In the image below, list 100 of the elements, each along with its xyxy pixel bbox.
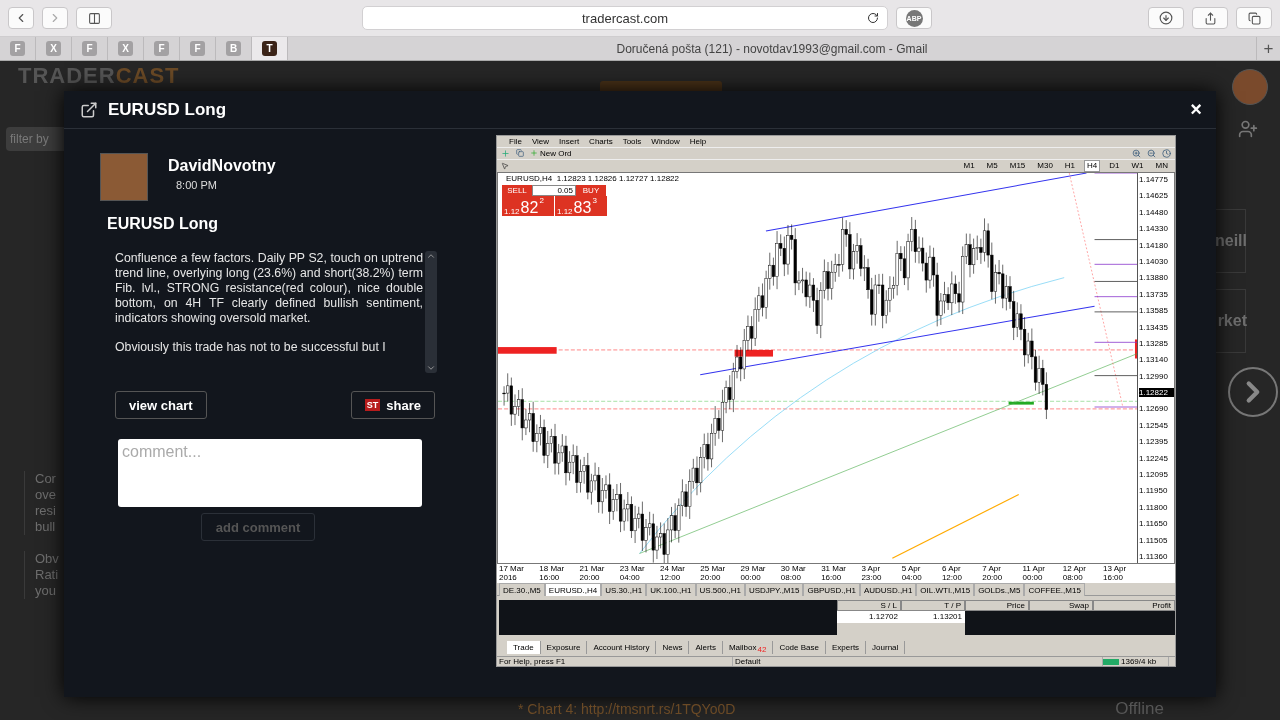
- price-axis-label: 1.12822: [1139, 388, 1174, 398]
- post-text-fragment: ove: [35, 487, 57, 503]
- card-title-fragment: neill: [1215, 232, 1247, 250]
- time-axis-label: 24 Mar 12:00: [660, 564, 686, 584]
- time-axis-label: 30 Mar 08:00: [780, 564, 807, 584]
- tabs-button[interactable]: [1236, 7, 1272, 29]
- scrollbar[interactable]: [425, 251, 437, 373]
- chart-header: EURUSD,H4 1.12823 1.12826 1.12727 1.12822: [506, 174, 679, 183]
- zoom-out-icon[interactable]: [1147, 148, 1156, 158]
- add-user-icon[interactable]: [1238, 119, 1258, 139]
- time-axis-label: 23 Mar 04:00: [619, 564, 646, 584]
- menu-item[interactable]: Charts: [589, 136, 613, 146]
- menu-item[interactable]: Tools: [622, 136, 642, 146]
- chart-tab[interactable]: GOLDs.,M5: [974, 583, 1025, 597]
- buy-label[interactable]: BUY: [576, 185, 606, 196]
- menu-item[interactable]: File: [509, 136, 522, 146]
- sidebar-button[interactable]: [76, 7, 112, 29]
- back-button[interactable]: [8, 7, 34, 29]
- price-axis-label: 1.14625: [1139, 191, 1169, 201]
- share-button[interactable]: ST share: [350, 391, 435, 419]
- close-button[interactable]: ×: [1190, 98, 1202, 121]
- column-header[interactable]: T / P: [901, 600, 965, 612]
- timeframe-button[interactable]: M30: [1034, 160, 1056, 172]
- chart-tab[interactable]: UK.100.,H1: [646, 583, 696, 597]
- scroll-up-icon[interactable]: [426, 251, 436, 261]
- filter-field[interactable]: filter by: [6, 127, 64, 151]
- sell-label[interactable]: SELL: [502, 185, 532, 196]
- view-chart-button[interactable]: view chart: [115, 391, 207, 419]
- column-header[interactable]: S / L: [837, 600, 901, 612]
- scroll-down-icon[interactable]: [426, 363, 436, 373]
- author-name[interactable]: DavidNovotny: [168, 157, 276, 175]
- terminal-tab[interactable]: Mailbox42: [722, 640, 774, 654]
- chart-tab[interactable]: AUDUSD.,H1: [859, 583, 917, 597]
- price-axis-label: 1.14330: [1139, 224, 1169, 234]
- chart-tab[interactable]: DE.30.,M5: [499, 583, 545, 597]
- price-axis-label: 1.12395: [1139, 437, 1169, 447]
- time-axis-label: 29 Mar 00:00: [740, 564, 767, 584]
- terminal-tab[interactable]: Exposure: [540, 640, 588, 654]
- menu-item[interactable]: Help: [689, 136, 707, 146]
- terminal-tab[interactable]: News: [656, 640, 690, 654]
- terminal-panel: [965, 611, 1029, 635]
- timeframe-button[interactable]: M5: [983, 160, 1001, 172]
- terminal-tab[interactable]: Journal: [866, 640, 906, 654]
- chart-tab[interactable]: EURUSD.,H4: [544, 583, 602, 597]
- price-axis-label: 1.13435: [1139, 322, 1169, 332]
- price-axis-label: 1.13735: [1139, 289, 1169, 299]
- chart-tab[interactable]: US.30.,H1: [601, 583, 647, 597]
- post-text-fragment: Rati: [35, 567, 60, 583]
- time-axis-label: 21 Mar 20:00: [579, 564, 606, 584]
- timeframe-button[interactable]: MN: [1152, 160, 1171, 172]
- terminal-tab[interactable]: Account History: [587, 640, 657, 654]
- share-button[interactable]: [1192, 7, 1228, 29]
- avatar[interactable]: [1232, 69, 1268, 105]
- clock-icon[interactable]: [1162, 148, 1171, 158]
- download-icon: [1159, 11, 1173, 25]
- chart-tab[interactable]: OIL.WTI.,M15: [916, 583, 975, 597]
- external-link-icon[interactable]: [80, 100, 98, 119]
- column-header[interactable]: Profit: [1093, 600, 1175, 612]
- next-button[interactable]: [1228, 367, 1278, 417]
- table-cell: 1.12702: [837, 611, 901, 624]
- timeframe-button[interactable]: M1: [960, 160, 978, 172]
- time-axis-label: 13 Apr 16:00: [1103, 564, 1128, 584]
- price-axis-label: 1.14030: [1139, 256, 1169, 266]
- menu-item[interactable]: View: [531, 136, 550, 146]
- menu-item[interactable]: Insert: [559, 136, 580, 146]
- timeframe-button[interactable]: H1: [1061, 160, 1079, 172]
- terminal-tab[interactable]: Experts: [826, 640, 867, 654]
- timeframe-button[interactable]: M15: [1006, 160, 1029, 172]
- timeframe-button[interactable]: W1: [1128, 160, 1147, 172]
- time-axis-label: 7 Apr 20:00: [982, 564, 1004, 584]
- time-axis-label: 31 Mar 16:00: [821, 564, 848, 584]
- pinned-tab[interactable]: T: [252, 37, 288, 60]
- comment-field[interactable]: comment...: [118, 439, 422, 507]
- post-title: EURUSD Long: [107, 215, 220, 233]
- price-axis-label: 1.11650: [1139, 519, 1169, 529]
- download-button[interactable]: [1148, 7, 1184, 29]
- price-axis-label: 1.14775: [1139, 175, 1169, 184]
- site-logo: CAST: [115, 63, 180, 89]
- chart-tab[interactable]: COFFEE.,M15: [1024, 583, 1085, 597]
- menu-item[interactable]: Window: [651, 136, 680, 146]
- terminal-tab[interactable]: Alerts: [689, 640, 723, 654]
- status-text: 1369/4 kb: [1119, 657, 1169, 666]
- cursor-icon[interactable]: [501, 162, 509, 170]
- new-order-button[interactable]: New Ord: [530, 148, 572, 158]
- zoom-in-icon[interactable]: [1132, 148, 1141, 158]
- timeframe-button[interactable]: H4: [1084, 160, 1101, 172]
- reload-icon[interactable]: [867, 12, 879, 24]
- time-axis-label: 11 Apr 00:00: [1022, 564, 1046, 584]
- terminal-tab[interactable]: Code Base: [773, 640, 826, 654]
- time-axis-label: 17 Mar 2016: [499, 564, 525, 584]
- chart-tab[interactable]: USDJPY.,M15: [744, 583, 804, 597]
- timeframe-button[interactable]: D1: [1106, 160, 1123, 172]
- chart-tab[interactable]: US.500.,H1: [695, 583, 745, 597]
- price-axis-label: 1.11800: [1139, 502, 1169, 512]
- price-axis-label: 1.12545: [1139, 420, 1169, 430]
- terminal-tab[interactable]: Trade: [507, 640, 541, 654]
- column-header[interactable]: Price: [965, 600, 1029, 612]
- address-field[interactable]: tradercast.com: [362, 6, 888, 30]
- chart-tab[interactable]: GBPUSD.,H1: [803, 583, 860, 597]
- status-text: For Help, press F1: [497, 657, 733, 666]
